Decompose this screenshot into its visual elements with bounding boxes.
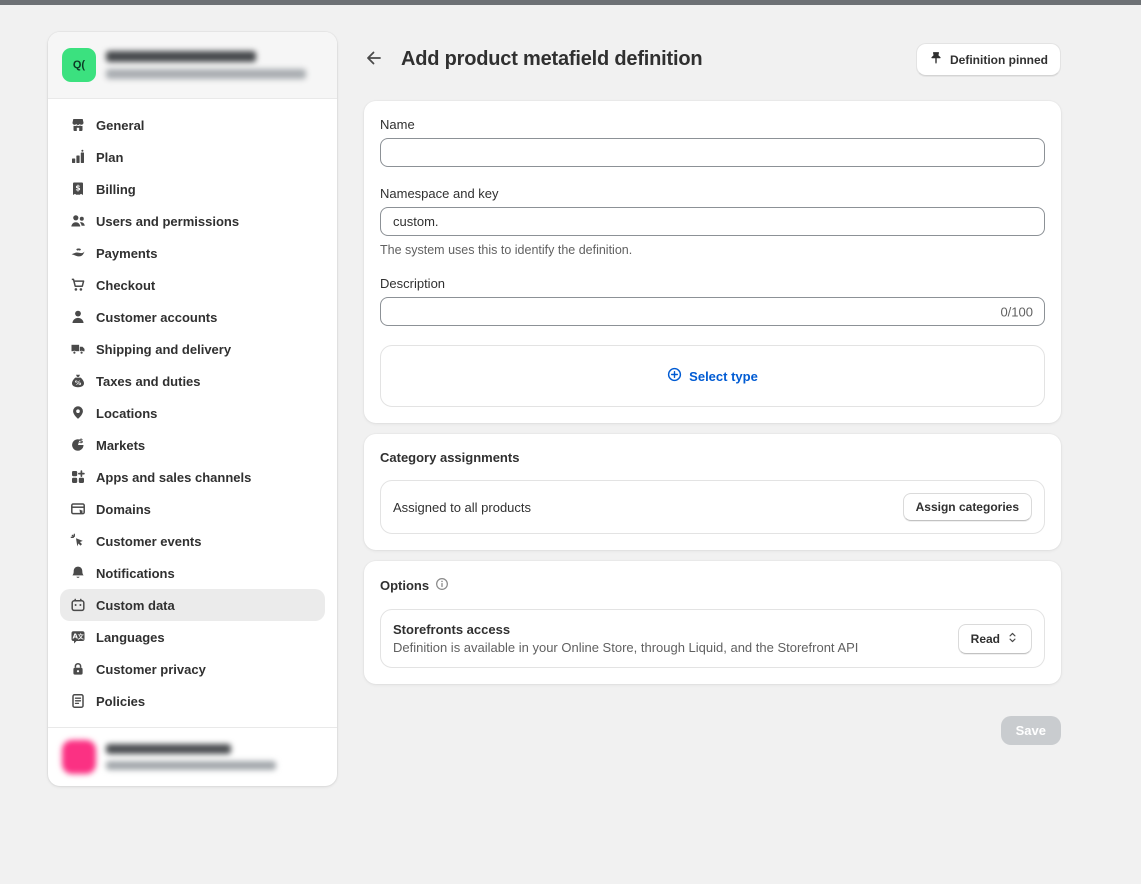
- svg-text:$: $: [75, 183, 80, 192]
- type-selection-area: Select type: [380, 345, 1045, 407]
- options-title: Options: [380, 578, 429, 593]
- namespace-key-input[interactable]: [380, 207, 1045, 236]
- sidebar-item-plan[interactable]: Plan: [60, 141, 325, 173]
- pin-icon: [929, 51, 943, 68]
- sidebar-item-locations[interactable]: Locations: [60, 397, 325, 429]
- tax-bag-icon: %: [70, 373, 86, 389]
- apps-grid-icon: [70, 469, 86, 485]
- main-content: Add product metafield definition Definit…: [364, 32, 1061, 745]
- sidebar-item-checkout[interactable]: Checkout: [60, 269, 325, 301]
- page-header: Add product metafield definition Definit…: [364, 43, 1061, 76]
- billing-receipt-icon: $: [70, 181, 86, 197]
- storefronts-access-title: Storefronts access: [393, 622, 858, 637]
- page-title: Add product metafield definition: [401, 48, 702, 71]
- plus-circle-icon: [667, 367, 682, 385]
- sidebar-item-markets[interactable]: $ Markets: [60, 429, 325, 461]
- sidebar-item-notifications[interactable]: Notifications: [60, 557, 325, 589]
- description-input[interactable]: [380, 297, 1045, 326]
- sidebar-item-customer-privacy[interactable]: Customer privacy: [60, 653, 325, 685]
- globe-dollar-icon: $: [70, 437, 86, 453]
- category-assignment-row: Assigned to all products Assign categori…: [380, 480, 1045, 534]
- sidebar-item-users-and-permissions[interactable]: Users and permissions: [60, 205, 325, 237]
- location-pin-icon: [70, 405, 86, 421]
- store-switcher[interactable]: Q(: [48, 32, 337, 99]
- definition-pinned-label: Definition pinned: [950, 53, 1048, 67]
- sidebar-item-policies[interactable]: Policies: [60, 685, 325, 717]
- lock-icon: [70, 661, 86, 677]
- category-assignments-title: Category assignments: [380, 450, 519, 465]
- user-account-row[interactable]: [48, 727, 337, 786]
- database-icon: [70, 597, 86, 613]
- svg-text:文: 文: [77, 633, 85, 641]
- select-type-label: Select type: [689, 369, 758, 384]
- store-name-redacted: [106, 51, 256, 62]
- sidebar-item-customer-events[interactable]: Customer events: [60, 525, 325, 557]
- namespace-help-text: The system uses this to identify the def…: [380, 243, 1045, 257]
- cart-icon: [70, 277, 86, 293]
- category-assignment-status: Assigned to all products: [393, 500, 531, 515]
- settings-page: Q( General Plan $ Billing Users and perm…: [0, 5, 1141, 786]
- namespace-label: Namespace and key: [380, 186, 1045, 201]
- sidebar-item-general[interactable]: General: [60, 109, 325, 141]
- assign-categories-button[interactable]: Assign categories: [903, 493, 1032, 521]
- svg-text:%: %: [75, 379, 82, 387]
- sidebar-item-languages[interactable]: A文 Languages: [60, 621, 325, 653]
- sidebar-item-billing[interactable]: $ Billing: [60, 173, 325, 205]
- back-arrow-icon: [364, 48, 384, 71]
- user-name-redacted: [106, 744, 231, 754]
- policy-doc-icon: [70, 693, 86, 709]
- store-identity-redacted: [106, 51, 306, 79]
- truck-icon: [70, 341, 86, 357]
- storefronts-access-row: Storefronts access Definition is availab…: [380, 609, 1045, 668]
- sidebar-item-customer-accounts[interactable]: Customer accounts: [60, 301, 325, 333]
- storefronts-access-value: Read: [971, 632, 1000, 646]
- name-input[interactable]: [380, 138, 1045, 167]
- definition-pinned-button[interactable]: Definition pinned: [916, 43, 1061, 76]
- sidebar-item-custom-data[interactable]: Custom data: [60, 589, 325, 621]
- user-avatar: [62, 740, 96, 774]
- category-assignments-card: Category assignments Assigned to all pro…: [364, 434, 1061, 550]
- svg-text:$: $: [79, 437, 84, 445]
- definition-form-card: Name Namespace and key The system uses t…: [364, 101, 1061, 423]
- browser-icon: [70, 501, 86, 517]
- storefronts-access-description: Definition is available in your Online S…: [393, 640, 858, 655]
- storefronts-access-select[interactable]: Read: [958, 624, 1032, 654]
- store-icon: [70, 117, 86, 133]
- name-label: Name: [380, 117, 1045, 132]
- sidebar-item-apps-and-sales-channels[interactable]: Apps and sales channels: [60, 461, 325, 493]
- back-button[interactable]: [364, 49, 386, 71]
- options-card: Options Storefronts access Definition is…: [364, 561, 1061, 684]
- caret-updown-icon: [1006, 631, 1019, 647]
- options-info-button[interactable]: [435, 577, 449, 594]
- description-label: Description: [380, 276, 1045, 291]
- bell-icon: [70, 565, 86, 581]
- select-type-button[interactable]: Select type: [667, 367, 758, 385]
- info-icon: [435, 577, 449, 594]
- translate-icon: A文: [70, 629, 86, 645]
- cursor-click-icon: [70, 533, 86, 549]
- users-icon: [70, 213, 86, 229]
- sidebar-item-domains[interactable]: Domains: [60, 493, 325, 525]
- footer-actions: Save: [364, 716, 1061, 745]
- save-button[interactable]: Save: [1001, 716, 1061, 745]
- settings-nav: General Plan $ Billing Users and permiss…: [48, 99, 337, 727]
- store-avatar: Q(: [62, 48, 96, 82]
- user-identity-redacted: [106, 744, 276, 770]
- settings-sidebar: Q( General Plan $ Billing Users and perm…: [48, 32, 337, 786]
- sidebar-item-shipping-and-delivery[interactable]: Shipping and delivery: [60, 333, 325, 365]
- person-icon: [70, 309, 86, 325]
- user-email-redacted: [106, 761, 276, 770]
- sidebar-item-payments[interactable]: Payments: [60, 237, 325, 269]
- sidebar-item-taxes-and-duties[interactable]: % Taxes and duties: [60, 365, 325, 397]
- plan-chart-icon: [70, 149, 86, 165]
- payments-hand-icon: [70, 245, 86, 261]
- store-domain-redacted: [106, 69, 306, 79]
